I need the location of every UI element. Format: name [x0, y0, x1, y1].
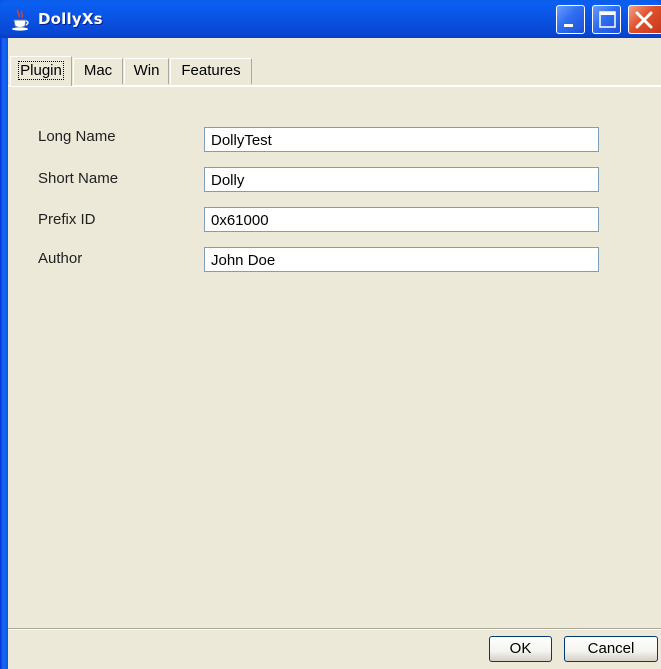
maximize-icon [599, 11, 616, 28]
tab-mac-label: Mac [83, 62, 113, 79]
close-icon [635, 11, 653, 29]
plugin-panel: Long Name Short Name Prefix ID Author [8, 87, 661, 628]
minimize-icon [564, 24, 573, 27]
cancel-button[interactable]: Cancel [564, 636, 658, 662]
tab-plugin[interactable]: Plugin [10, 56, 72, 86]
tab-strip: Plugin Mac Win Features [8, 56, 661, 86]
minimize-button[interactable] [556, 5, 585, 34]
long-name-label: Long Name [38, 128, 116, 145]
button-bar-separator-highlight [8, 629, 661, 630]
author-label: Author [38, 250, 83, 267]
short-name-input[interactable] [204, 167, 599, 192]
maximize-button[interactable] [592, 5, 621, 34]
tab-features[interactable]: Features [170, 58, 252, 84]
window-title: DollyXs [38, 10, 103, 28]
author-input[interactable] [204, 247, 599, 272]
dialog-client-area: Plugin Mac Win Features Long Name Short … [8, 38, 661, 669]
prefix-id-label: Prefix ID [38, 211, 96, 228]
title-bar[interactable]: DollyXs [0, 0, 661, 38]
window-left-border [0, 38, 8, 669]
tab-mac[interactable]: Mac [73, 58, 123, 84]
tab-win[interactable]: Win [124, 58, 169, 84]
long-name-input[interactable] [204, 127, 599, 152]
app-window: DollyXs Plugin Mac Win Features Long Nam… [0, 0, 661, 669]
close-button[interactable] [628, 5, 661, 34]
tab-features-label: Features [181, 62, 241, 79]
java-coffee-cup-icon [11, 9, 31, 31]
tab-plugin-label: Plugin [18, 61, 64, 80]
tab-win-label: Win [133, 62, 160, 79]
ok-button[interactable]: OK [489, 636, 552, 662]
short-name-label: Short Name [38, 170, 119, 187]
prefix-id-input[interactable] [204, 207, 599, 232]
